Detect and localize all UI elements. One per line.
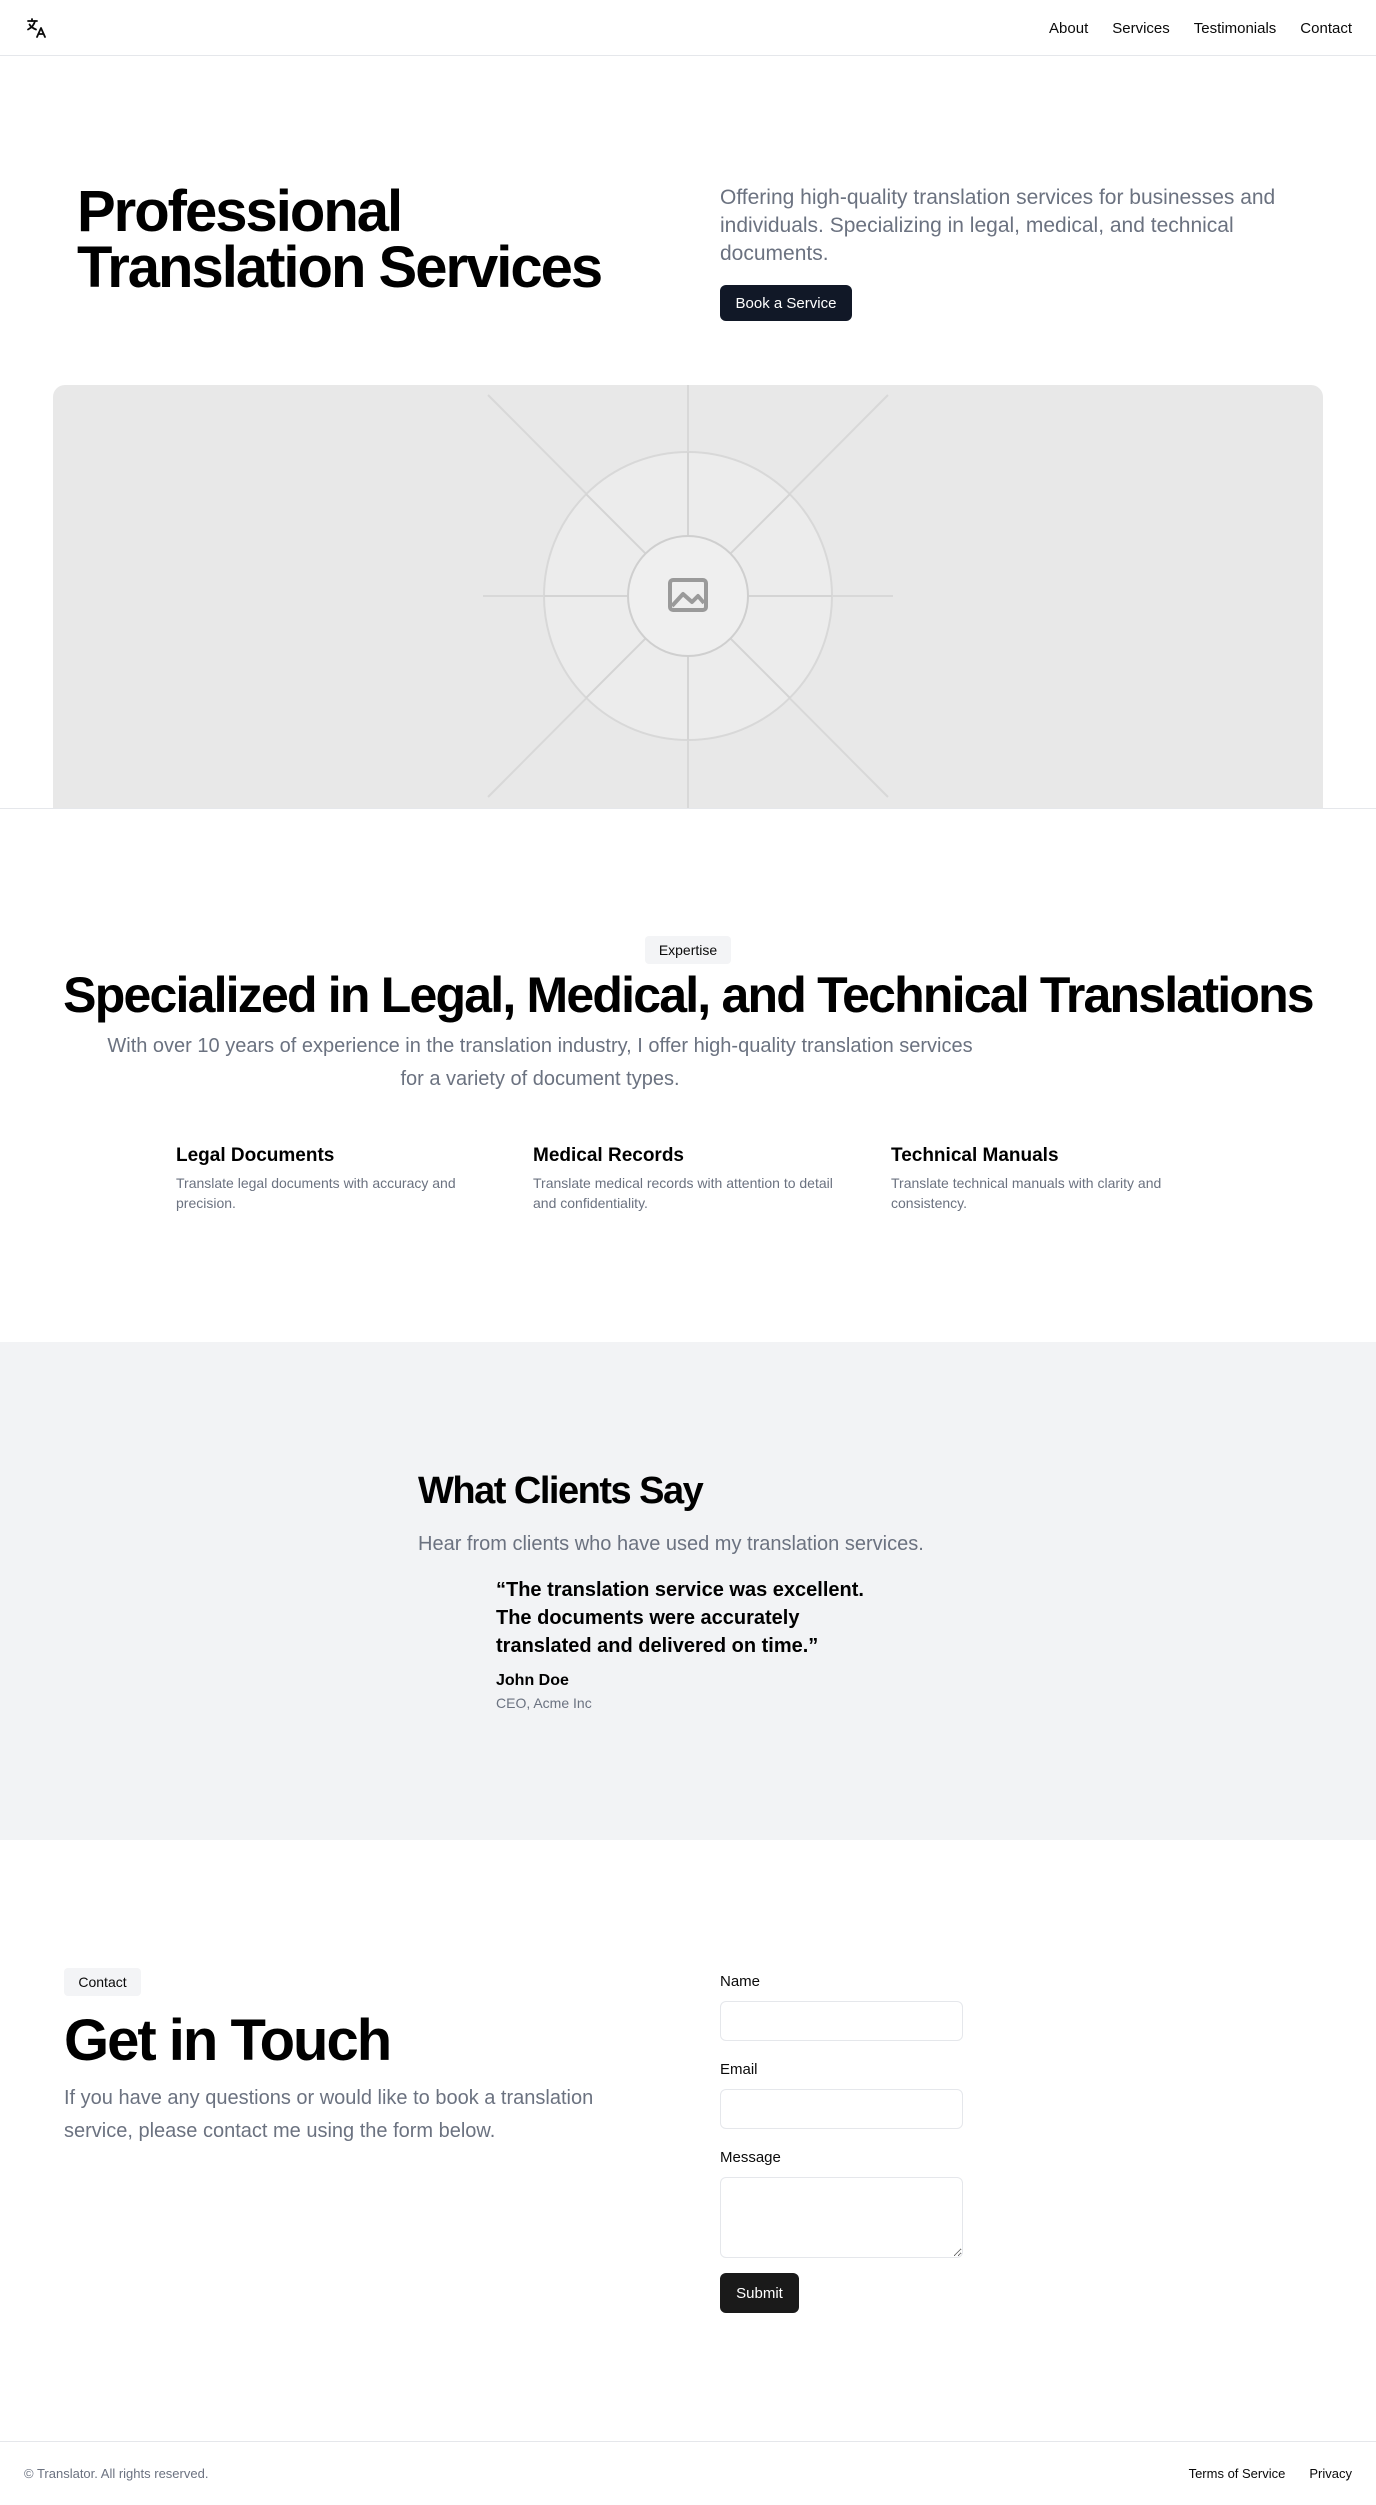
feature-text: Translate technical manuals with clarity… [891, 1175, 1162, 1211]
book-service-button[interactable]: Book a Service [720, 285, 852, 321]
feature-text: Translate legal documents with accuracy … [176, 1175, 456, 1211]
footer-link-terms[interactable]: Terms of Service [1189, 2466, 1286, 2481]
feature-text: Translate medical records with attention… [533, 1175, 833, 1211]
name-label: Name [720, 1973, 761, 1990]
nav-link-contact[interactable]: Contact [1300, 20, 1352, 37]
translate-icon[interactable] [24, 16, 48, 40]
expertise-description: With over 10 years of experience in the … [107, 1035, 973, 1090]
image-placeholder-graphic [483, 385, 893, 809]
contact-description: If you have any questions or would like … [64, 2087, 594, 2142]
footer-links: Terms of Service Privacy [1189, 2466, 1352, 2481]
feature-title: Technical Manuals [891, 1145, 1059, 1166]
footer-link-privacy[interactable]: Privacy [1309, 2466, 1352, 2481]
name-field[interactable] [720, 2001, 963, 2041]
hero-description: Offering high-quality translation servic… [720, 186, 1276, 265]
email-field[interactable] [720, 2089, 963, 2129]
feature-medical-records: Medical Records Translate medical record… [533, 1143, 843, 1213]
testimonial-quote: “The translation service was excellent. … [496, 1579, 864, 1657]
testimonial-author: John Doe [496, 1672, 569, 1689]
submit-button[interactable]: Submit [720, 2273, 799, 2313]
site-footer: © Translator. All rights reserved. Terms… [0, 2441, 1376, 2505]
site-header: About Services Testimonials Contact [0, 0, 1376, 56]
testimonials-title: What Clients Say [418, 1470, 704, 1512]
message-label: Message [720, 2149, 781, 2166]
contact-title: Get in Touch [64, 2008, 392, 2073]
main-nav: About Services Testimonials Contact [1049, 0, 1352, 56]
message-field[interactable] [720, 2177, 963, 2258]
copyright-text: © Translator. All rights reserved. [24, 2466, 209, 2481]
testimonial-role: CEO, Acme Inc [496, 1695, 592, 1711]
feature-title: Medical Records [533, 1145, 684, 1166]
feature-legal-documents: Legal Documents Translate legal document… [176, 1143, 486, 1213]
testimonials-subtitle: Hear from clients who have used my trans… [418, 1533, 924, 1555]
contact-badge: Contact [64, 1968, 141, 1996]
section-divider [0, 808, 1376, 809]
feature-title: Legal Documents [176, 1145, 335, 1166]
expertise-badge: Expertise [645, 936, 731, 964]
nav-link-about[interactable]: About [1049, 20, 1088, 37]
expertise-title: Specialized in Legal, Medical, and Techn… [63, 967, 1314, 1023]
hero-image-placeholder [53, 385, 1323, 809]
nav-link-testimonials[interactable]: Testimonials [1194, 20, 1277, 37]
email-label: Email [720, 2061, 758, 2078]
nav-link-services[interactable]: Services [1112, 20, 1170, 37]
feature-technical-manuals: Technical Manuals Translate technical ma… [891, 1143, 1201, 1213]
hero-title: Professional Translation Services [77, 179, 603, 300]
